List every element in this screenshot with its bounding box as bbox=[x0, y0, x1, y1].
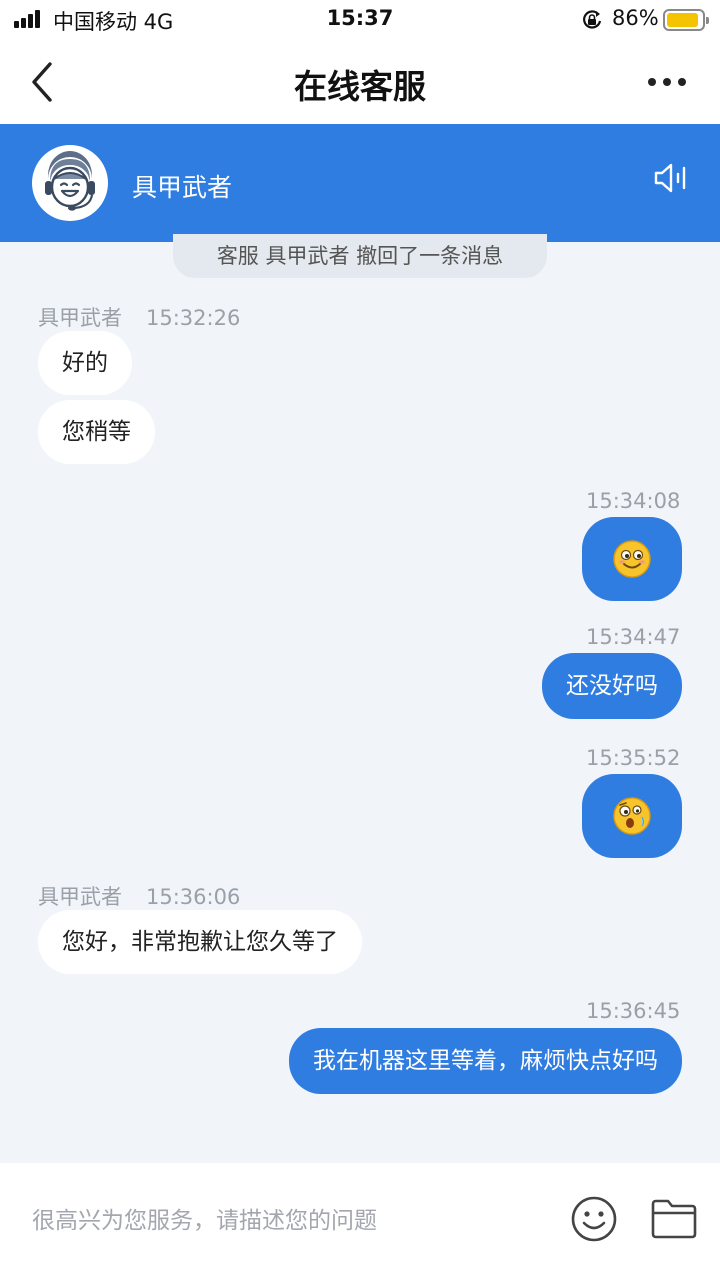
recall-notice: 客服 具甲武者 撤回了一条消息 bbox=[173, 234, 547, 278]
message-meta: 具甲武者 15:32:26 bbox=[38, 302, 240, 332]
message-time: 15:34:47 bbox=[586, 625, 681, 649]
incoming-message-bubble[interactable]: 好的 bbox=[38, 331, 132, 395]
nav-bar: 在线客服 bbox=[0, 40, 720, 124]
agent-name: 具甲武者 bbox=[132, 173, 233, 202]
message-time: 15:34:08 bbox=[586, 489, 681, 513]
message-time: 15:35:52 bbox=[586, 746, 681, 770]
folder-icon[interactable] bbox=[650, 1198, 698, 1240]
support-agent-headset-icon bbox=[32, 145, 108, 221]
surprised-face-emoji bbox=[613, 797, 651, 835]
page-title: 在线客服 bbox=[294, 67, 426, 106]
outgoing-emoji-bubble[interactable] bbox=[582, 774, 682, 858]
message-meta: 具甲武者 15:36:06 bbox=[38, 881, 240, 911]
battery-icon bbox=[663, 9, 709, 31]
outgoing-message-bubble[interactable]: 还没好吗 bbox=[542, 653, 682, 719]
outgoing-emoji-bubble[interactable] bbox=[582, 517, 682, 601]
smile-icon[interactable] bbox=[570, 1195, 618, 1243]
incoming-message-bubble[interactable]: 您稍等 bbox=[38, 400, 155, 464]
smiling-face-emoji bbox=[613, 540, 651, 578]
agent-header: 具甲武者 bbox=[0, 124, 720, 242]
rotation-lock-icon bbox=[583, 10, 602, 29]
input-bar bbox=[0, 1163, 720, 1280]
status-bar: 中国移动 4G 15:37 86% bbox=[0, 0, 720, 40]
battery-percent: 86% bbox=[612, 6, 659, 30]
message-time: 15:36:45 bbox=[586, 999, 681, 1023]
message-time: 15:36:06 bbox=[146, 885, 241, 909]
sender-name: 具甲武者 bbox=[38, 306, 122, 330]
more-horizontal-icon[interactable] bbox=[648, 78, 688, 88]
sender-name: 具甲武者 bbox=[38, 885, 122, 909]
outgoing-message-bubble[interactable]: 我在机器这里等着，麻烦快点好吗 bbox=[289, 1028, 682, 1094]
message-time: 15:32:26 bbox=[146, 306, 241, 330]
incoming-message-bubble[interactable]: 您好，非常抱歉让您久等了 bbox=[38, 910, 362, 974]
message-input[interactable] bbox=[32, 1203, 532, 1239]
speaker-icon[interactable] bbox=[652, 162, 692, 194]
